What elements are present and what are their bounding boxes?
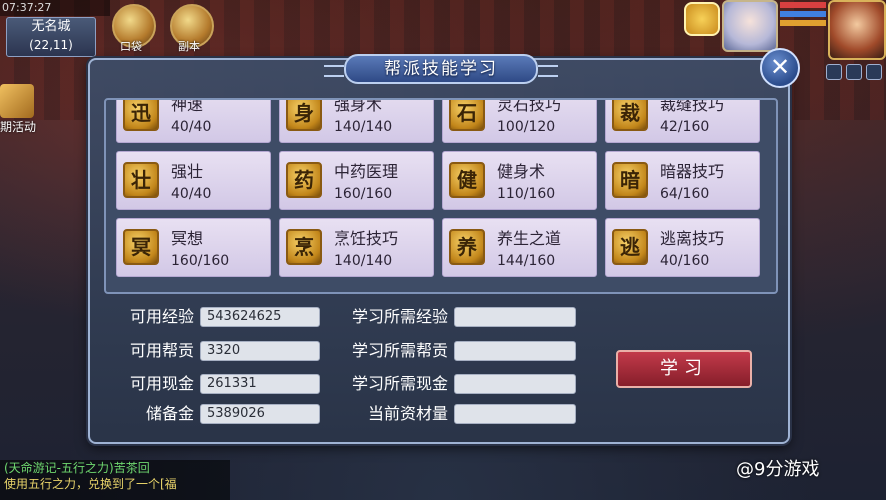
map-icon[interactable] <box>866 64 882 80</box>
skill-level: 40/40 <box>171 119 212 135</box>
avatar-mini-buttons <box>826 64 882 80</box>
companion-avatar[interactable] <box>722 0 778 52</box>
skill-card[interactable]: 壮强壮 40/40 <box>116 151 271 210</box>
skill-name: 养生之道 <box>497 229 562 248</box>
skill-card[interactable]: 烹烹饪技巧 140/140 <box>279 218 434 277</box>
chat-line: 使用五行之力，兑换到了一个[福 <box>4 477 177 491</box>
cash-value: 261331 <box>200 374 320 394</box>
skill-card[interactable]: 裁裁缝技巧 42/160 <box>605 98 760 143</box>
skill-level: 40/40 <box>171 186 212 202</box>
location-coords: (22,11) <box>29 38 73 52</box>
req-exp-value <box>454 307 576 327</box>
skill-level: 100/120 <box>497 119 556 135</box>
skill-level: 160/160 <box>171 253 230 269</box>
close-button[interactable]: ✕ <box>760 48 800 88</box>
mp-bar <box>780 11 826 17</box>
skill-card[interactable]: 养养生之道 144/160 <box>442 218 597 277</box>
skill-level: 140/140 <box>334 119 393 135</box>
herb-icon: 药 <box>286 162 322 198</box>
skills-grid: 迅神速 40/40 身强身术 140/140 石灵石技巧 100/120 裁裁缝技巧 42/1… <box>116 98 772 277</box>
escape-icon: 逃 <box>612 229 648 265</box>
req-cash-value <box>454 374 576 394</box>
clock: 07:37:27 <box>0 0 110 16</box>
skill-name: 中药医理 <box>334 162 399 181</box>
skill-name: 健身术 <box>497 162 546 181</box>
speed-icon: 迅 <box>123 100 159 131</box>
reserve-value: 5389026 <box>200 404 320 424</box>
chat-box[interactable]: (天命游记-五行之力)苦茶回 使用五行之力，兑换到了一个[福 <box>0 460 230 500</box>
req-contrib-value <box>454 341 576 361</box>
skill-name: 神速 <box>171 98 204 114</box>
skill-card[interactable]: 冥冥想 160/160 <box>116 218 271 277</box>
exp-label: 可用经验 <box>129 307 194 326</box>
location-name: 无名城 <box>31 19 71 34</box>
status-bars <box>780 2 826 29</box>
rage-bar <box>780 20 826 26</box>
tailor-icon: 裁 <box>612 100 648 131</box>
fitness-icon: 健 <box>449 162 485 198</box>
skill-name: 灵石技巧 <box>497 98 562 114</box>
learn-button[interactable]: 学习 <box>616 350 752 388</box>
skill-name: 裁缝技巧 <box>660 98 725 114</box>
skill-level: 64/160 <box>660 186 710 202</box>
panel-title: 帮派技能学习 <box>324 54 558 84</box>
skill-name: 强身术 <box>334 98 383 114</box>
meditate-icon: 冥 <box>123 229 159 265</box>
dart-icon: 暗 <box>612 162 648 198</box>
skill-level: 40/160 <box>660 253 710 269</box>
skill-card[interactable]: 暗暗器技巧 64/160 <box>605 151 760 210</box>
skill-card[interactable]: 逃逃离技巧 40/160 <box>605 218 760 277</box>
skill-level: 42/160 <box>660 119 710 135</box>
skill-name: 暗器技巧 <box>660 162 725 181</box>
body-icon: 身 <box>286 100 322 131</box>
skill-name: 强壮 <box>171 162 204 181</box>
event-icon[interactable] <box>0 84 34 118</box>
skill-card[interactable]: 迅神速 40/40 <box>116 98 271 143</box>
skill-level: 140/140 <box>334 253 393 269</box>
location-box[interactable]: 无名城 (22,11) <box>6 17 96 57</box>
material-label: 当前资材量 <box>367 404 448 423</box>
bag-label: 口袋 <box>120 40 142 53</box>
watermark: @9分游戏 <box>736 459 820 480</box>
reserve-label: 储备金 <box>145 404 194 423</box>
event-label: 期活动 <box>0 120 37 134</box>
req-cash-label: 学习所需现金 <box>351 374 448 393</box>
health-icon: 养 <box>449 229 485 265</box>
contrib-label: 可用帮贡 <box>129 341 194 360</box>
stone-icon: 石 <box>449 100 485 131</box>
dungeon-label: 副本 <box>178 40 200 53</box>
skill-card[interactable]: 药中药医理 160/160 <box>279 151 434 210</box>
material-value <box>454 404 576 424</box>
skill-card[interactable]: 石灵石技巧 100/120 <box>442 98 597 143</box>
skills-list[interactable]: 迅神速 40/40 身强身术 140/140 石灵石技巧 100/120 裁裁缝技巧 42/1… <box>104 98 778 294</box>
buff-icon[interactable] <box>826 64 842 80</box>
skill-card[interactable]: 健健身术 110/160 <box>442 151 597 210</box>
contrib-value: 3320 <box>200 341 320 361</box>
hp-bar <box>780 2 826 8</box>
player-avatar[interactable] <box>828 0 886 60</box>
pet-icon[interactable] <box>684 2 720 36</box>
strength-icon: 壮 <box>123 162 159 198</box>
cash-label: 可用现金 <box>129 374 194 393</box>
exp-value: 543624625 <box>200 307 320 327</box>
req-contrib-label: 学习所需帮贡 <box>351 341 448 360</box>
skill-name: 逃离技巧 <box>660 229 725 248</box>
cooking-icon: 烹 <box>286 229 322 265</box>
guild-skill-panel: 帮派技能学习 ✕ 迅神速 40/40 身强身术 140/140 石灵石技巧 100/120… <box>88 48 800 444</box>
skill-card[interactable]: 身强身术 140/140 <box>279 98 434 143</box>
skill-level: 144/160 <box>497 253 556 269</box>
skill-level: 160/160 <box>334 186 393 202</box>
chat-line: (天命游记-五行之力)苦茶回 <box>4 461 150 475</box>
skill-level: 110/160 <box>497 186 556 202</box>
req-exp-label: 学习所需经验 <box>351 307 448 326</box>
skill-name: 冥想 <box>171 229 204 248</box>
settings-icon[interactable] <box>846 64 862 80</box>
skill-name: 烹饪技巧 <box>334 229 399 248</box>
